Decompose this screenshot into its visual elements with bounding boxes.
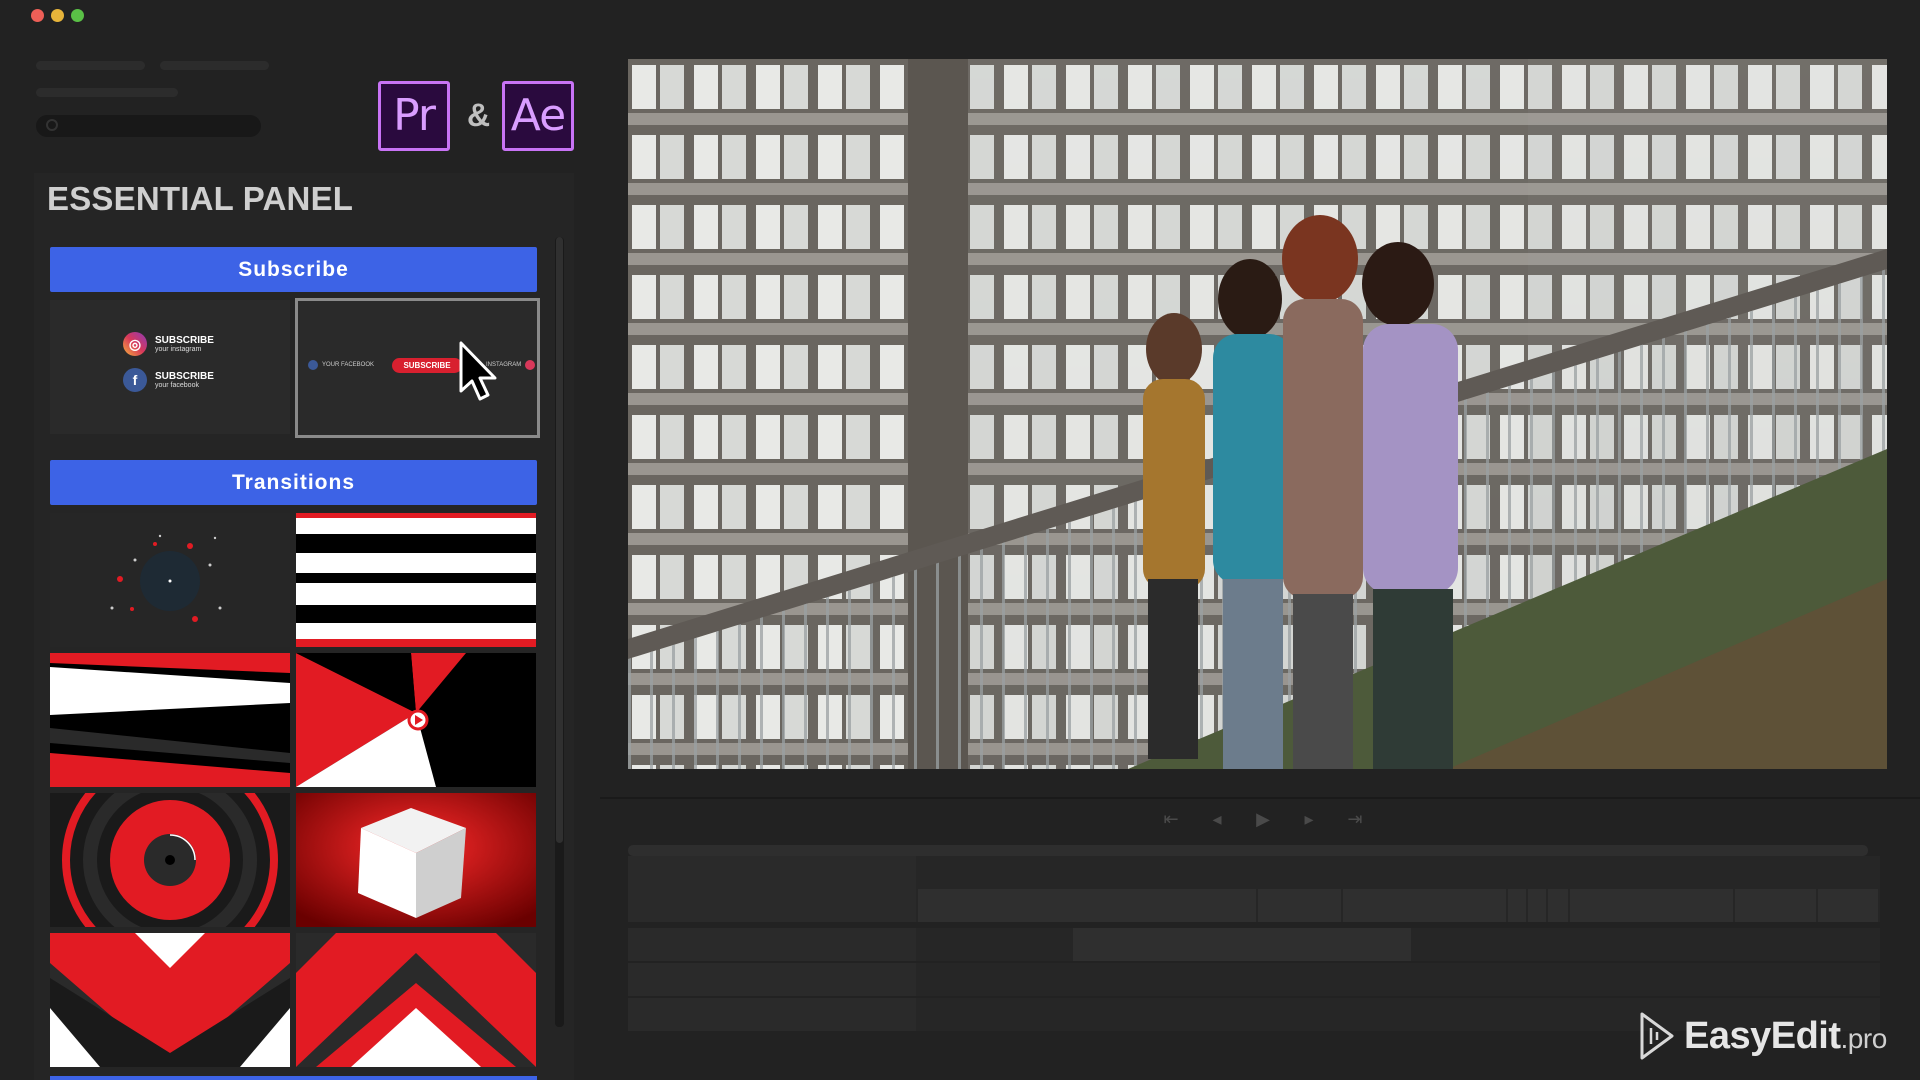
timeline-clip[interactable] <box>1570 889 1735 922</box>
track-header[interactable] <box>628 928 916 961</box>
easyedit-logo-icon <box>1640 1012 1674 1060</box>
panel-title: ESSENTIAL PANEL <box>47 180 354 217</box>
track-header[interactable] <box>628 963 916 996</box>
minimize-window-button[interactable] <box>51 9 64 22</box>
subscribe-template-stacked[interactable]: ◎ SUBSCRIBE your instagram f SUBSCRIBE y… <box>50 300 290 434</box>
facebook-label: YOUR FACEBOOK <box>322 362 375 368</box>
timeline-clip[interactable] <box>1343 889 1508 922</box>
viewer-divider <box>600 797 1920 799</box>
subscribe-template-bar[interactable]: YOUR FACEBOOK SUBSCRIBE INSTAGRAM <box>295 298 540 438</box>
play-button[interactable]: ▶ <box>1252 808 1274 830</box>
watermark-brand: EasyEdit <box>1684 1014 1841 1057</box>
timeline-track[interactable] <box>628 963 1880 996</box>
timeline-track[interactable] <box>628 889 1880 922</box>
timeline-ruler[interactable] <box>628 845 1868 856</box>
premiere-logo: Pr <box>378 81 450 151</box>
transition-dots-burst[interactable] <box>50 513 290 647</box>
track-header[interactable] <box>628 856 916 889</box>
transition-horizontal-stripes[interactable] <box>296 513 536 647</box>
transition-red-rings[interactable] <box>50 793 290 927</box>
close-window-button[interactable] <box>31 9 44 22</box>
transition-play-triangle[interactable] <box>296 653 536 787</box>
timeline-clip[interactable] <box>918 889 1258 922</box>
facebook-icon <box>308 360 318 370</box>
placeholder-line <box>36 88 178 97</box>
instagram-subscribe-title: SUBSCRIBE <box>155 335 214 346</box>
easyedit-watermark: EasyEdit.pro <box>1638 1010 1887 1062</box>
subscribe-pill: SUBSCRIBE <box>392 358 462 373</box>
watermark-suffix: .pro <box>1840 1022 1888 1054</box>
instagram-subscribe-sub: your instagram <box>155 346 202 353</box>
mouse-cursor-icon <box>459 341 497 401</box>
scrollbar-thumb[interactable] <box>556 237 563 843</box>
go-to-start-button[interactable]: ⇤ <box>1160 808 1182 830</box>
facebook-icon: f <box>123 368 147 392</box>
facebook-subscribe-title: SUBSCRIBE <box>155 371 214 382</box>
facebook-subscribe-sub: your facebook <box>155 382 199 389</box>
timeline-track[interactable] <box>628 928 1880 961</box>
timeline-clip[interactable] <box>1528 889 1548 922</box>
ampersand: & <box>467 97 491 133</box>
transition-chevron-up[interactable] <box>296 933 536 1067</box>
timeline-clip[interactable] <box>1258 889 1343 922</box>
go-to-end-button[interactable]: ⇥ <box>1344 808 1366 830</box>
timeline-clip[interactable] <box>1735 889 1818 922</box>
transitions-section-button[interactable]: Transitions <box>50 460 537 505</box>
placeholder-line <box>160 61 269 70</box>
maximize-window-button[interactable] <box>71 9 84 22</box>
next-section-button-edge[interactable] <box>50 1076 537 1080</box>
step-forward-button[interactable]: ▸ <box>1298 808 1320 830</box>
transport-controls: ⇤ ◂ ▶ ▸ ⇥ <box>1160 808 1366 830</box>
video-preview[interactable] <box>628 59 1887 769</box>
placeholder-line <box>36 61 145 70</box>
after-effects-logo: Ae <box>502 81 574 151</box>
window-controls <box>31 9 84 22</box>
step-back-button[interactable]: ◂ <box>1206 808 1228 830</box>
timeline-clip[interactable] <box>1508 889 1528 922</box>
transition-chevron-down[interactable] <box>50 933 290 1067</box>
timeline-clip[interactable] <box>1818 889 1880 922</box>
transition-white-cube[interactable] <box>296 793 536 927</box>
instagram-icon: ◎ <box>123 332 147 356</box>
timeline-clip[interactable] <box>1073 928 1413 961</box>
timeline-track[interactable] <box>628 856 1880 889</box>
search-input[interactable] <box>36 115 261 137</box>
instagram-icon <box>525 360 536 370</box>
timeline-clip[interactable] <box>1548 889 1570 922</box>
search-icon <box>46 119 58 131</box>
track-header[interactable] <box>628 889 916 922</box>
track-header[interactable] <box>628 998 916 1031</box>
transition-diagonal-wipe[interactable] <box>50 653 290 787</box>
subscribe-section-button[interactable]: Subscribe <box>50 247 537 292</box>
